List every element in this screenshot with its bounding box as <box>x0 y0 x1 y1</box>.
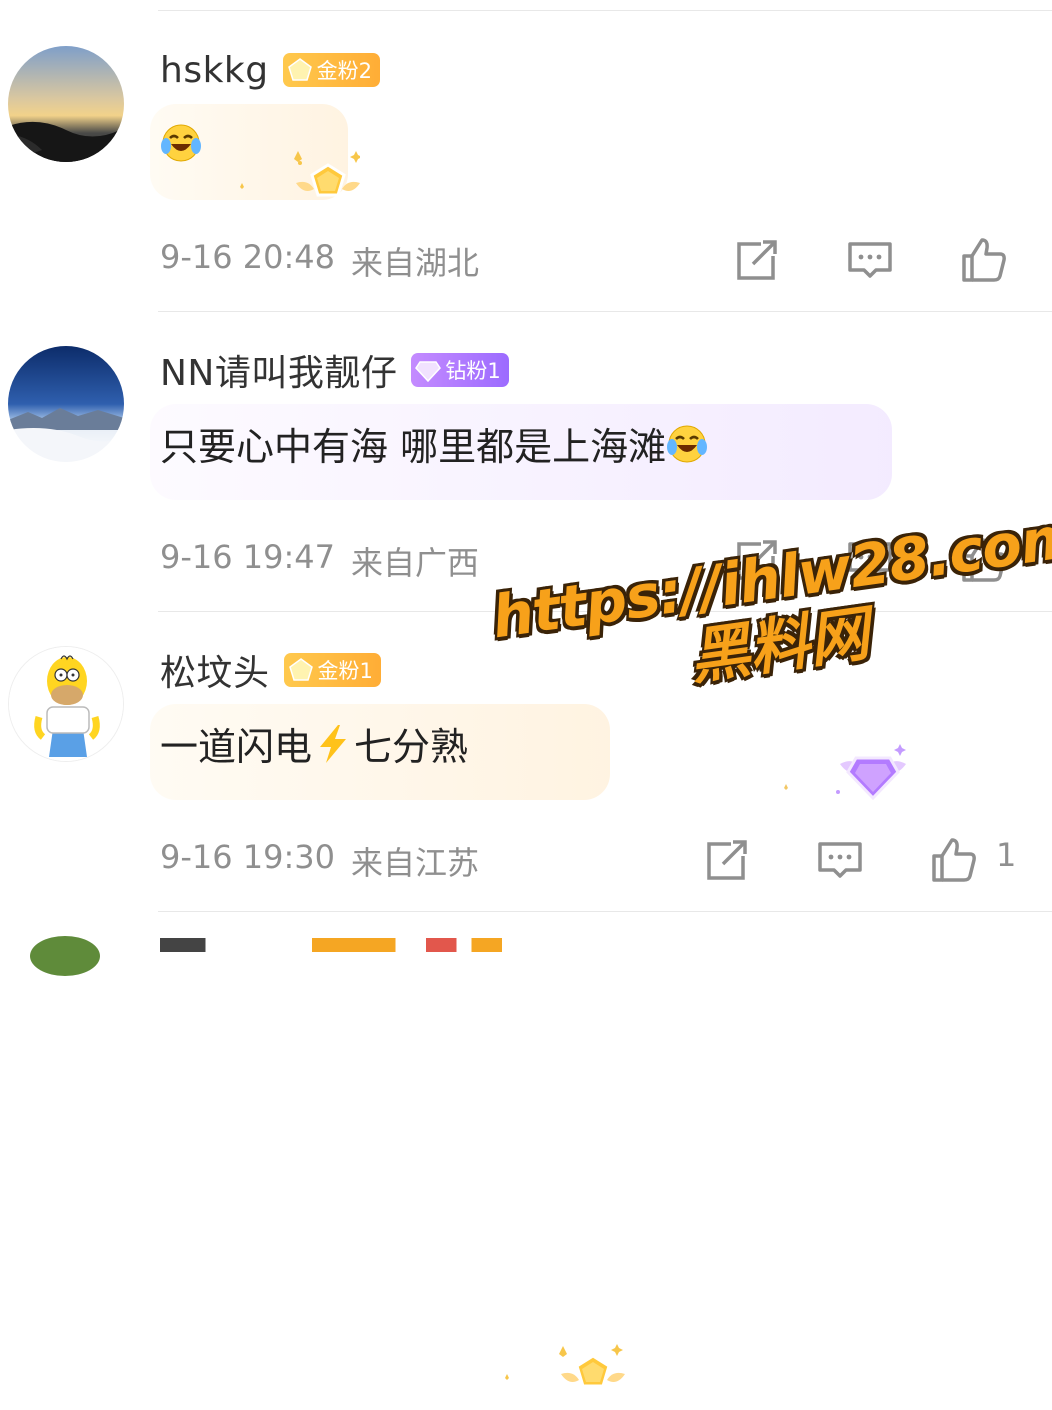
comment-time: 9-16 19:47 <box>160 538 336 576</box>
fan-badge[interactable]: 钻粉1 <box>411 353 509 387</box>
divider <box>158 911 1052 912</box>
avatar[interactable] <box>8 646 124 762</box>
next-comment-avatar[interactable] <box>30 936 100 976</box>
share-button[interactable] <box>733 236 781 286</box>
share-icon <box>707 840 747 880</box>
comment-meta: 9-16 19:47 来自广西 <box>160 538 479 584</box>
comment-text-before: 一道闪电 <box>160 725 313 769</box>
gold-fan-decoration-icon <box>240 151 360 197</box>
pentagon-badge-icon <box>288 658 313 681</box>
laughing-crying-emoji <box>667 425 708 462</box>
diamond-badge-icon <box>415 361 442 383</box>
comment-text-after: 七分熟 <box>354 725 469 769</box>
comment-meta: 9-16 20:48 来自湖北 <box>160 238 479 284</box>
share-icon <box>737 240 777 280</box>
fan-badge[interactable]: 金粉1 <box>283 653 381 687</box>
reply-button[interactable] <box>816 836 864 886</box>
badge-label: 金粉2 <box>316 59 372 83</box>
like-count: 1 <box>996 836 1017 874</box>
thumbs-up-icon <box>932 838 976 882</box>
reply-button[interactable] <box>846 236 894 286</box>
next-comment-username <box>160 938 540 952</box>
comment-time: 9-16 20:48 <box>160 238 336 276</box>
comment-icon <box>818 842 862 878</box>
comment-location: 来自湖北 <box>351 244 480 282</box>
laughing-crying-emoji <box>161 124 201 162</box>
comment-text <box>160 122 202 164</box>
fan-badge[interactable]: 金粉2 <box>282 53 380 87</box>
gold-fan-decoration-icon <box>505 1344 625 1388</box>
username[interactable]: NN请叫我靓仔 <box>160 344 397 396</box>
comment-location: 来自广西 <box>351 544 480 582</box>
comment-meta: 9-16 19:30 来自江苏 <box>160 838 479 884</box>
like-button[interactable] <box>930 836 978 886</box>
badge-label: 金粉1 <box>317 659 373 683</box>
comment-icon <box>848 242 892 278</box>
comment-text: 一道闪电 七分熟 <box>160 716 468 771</box>
comment-text: 只要心中有海 哪里都是上海滩 <box>160 416 708 471</box>
like-button[interactable] <box>960 236 1008 286</box>
lightning-emoji <box>320 724 347 763</box>
badge-label: 钻粉1 <box>445 359 501 383</box>
comment-item: hskkg 金粉2 9-16 20:48 来自湖北 <box>0 0 1052 300</box>
comment-time: 9-16 19:30 <box>160 838 336 876</box>
username[interactable]: 松坟头 <box>160 644 270 696</box>
avatar[interactable] <box>8 46 124 162</box>
thumbs-up-icon <box>962 238 1006 282</box>
username[interactable]: hskkg <box>160 50 269 91</box>
comment-location: 来自江苏 <box>351 844 480 882</box>
pentagon-badge-icon <box>287 58 312 81</box>
avatar[interactable] <box>8 346 124 462</box>
share-button[interactable] <box>703 836 751 886</box>
comment-text-content: 只要心中有海 哪里都是上海滩 <box>160 425 667 469</box>
